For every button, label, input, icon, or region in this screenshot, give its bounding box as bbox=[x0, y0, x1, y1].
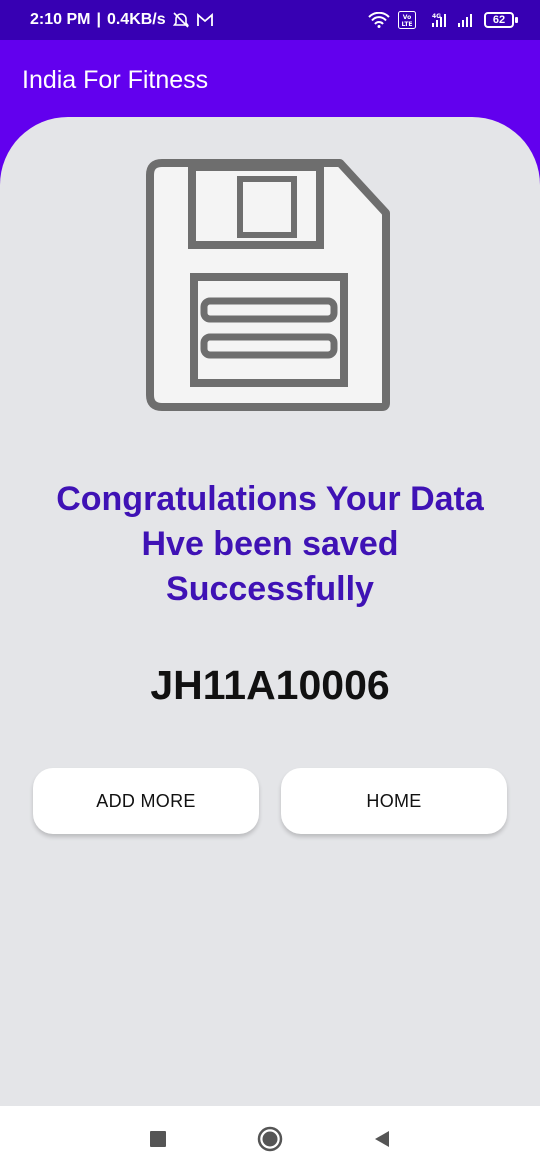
wifi-icon bbox=[368, 12, 390, 28]
svg-text:4G: 4G bbox=[432, 13, 441, 20]
battery-level: 62 bbox=[484, 12, 514, 28]
recent-apps-icon[interactable] bbox=[143, 1124, 173, 1154]
main-content: Congratulations Your Data Hve been saved… bbox=[0, 117, 540, 1107]
status-time: 2:10 PM bbox=[30, 11, 91, 28]
svg-text:LTE: LTE bbox=[401, 21, 412, 28]
app-bar: India For Fitness bbox=[0, 40, 540, 120]
status-left: 2:10 PM | 0.4KB/s bbox=[30, 11, 214, 29]
svg-text:Vo: Vo bbox=[403, 14, 411, 21]
add-more-button[interactable]: ADD MORE bbox=[33, 768, 259, 834]
success-message: Congratulations Your Data Hve been saved… bbox=[56, 480, 484, 608]
app-title: India For Fitness bbox=[22, 66, 209, 94]
status-right: Vo LTE 4G 62 bbox=[368, 11, 518, 29]
alarm-off-icon bbox=[172, 11, 190, 29]
signal-icon: 4G bbox=[424, 12, 448, 28]
nav-bar bbox=[0, 1106, 540, 1170]
volte-badge: Vo LTE bbox=[398, 11, 416, 29]
gmail-icon bbox=[196, 12, 214, 28]
status-bar: 2:10 PM | 0.4KB/s Vo LTE 4G 62 bbox=[0, 0, 540, 40]
home-icon[interactable] bbox=[255, 1124, 285, 1154]
status-net-speed: 0.4KB/s bbox=[106, 11, 166, 28]
status-separator: | bbox=[96, 11, 101, 28]
battery-tip bbox=[515, 17, 518, 23]
save-icon bbox=[140, 155, 396, 417]
back-icon[interactable] bbox=[367, 1124, 397, 1154]
signal-icon-2 bbox=[456, 12, 476, 28]
home-button[interactable]: HOME bbox=[281, 768, 507, 834]
battery-icon: 62 bbox=[484, 12, 518, 28]
record-id: JH11A10006 bbox=[150, 662, 390, 708]
